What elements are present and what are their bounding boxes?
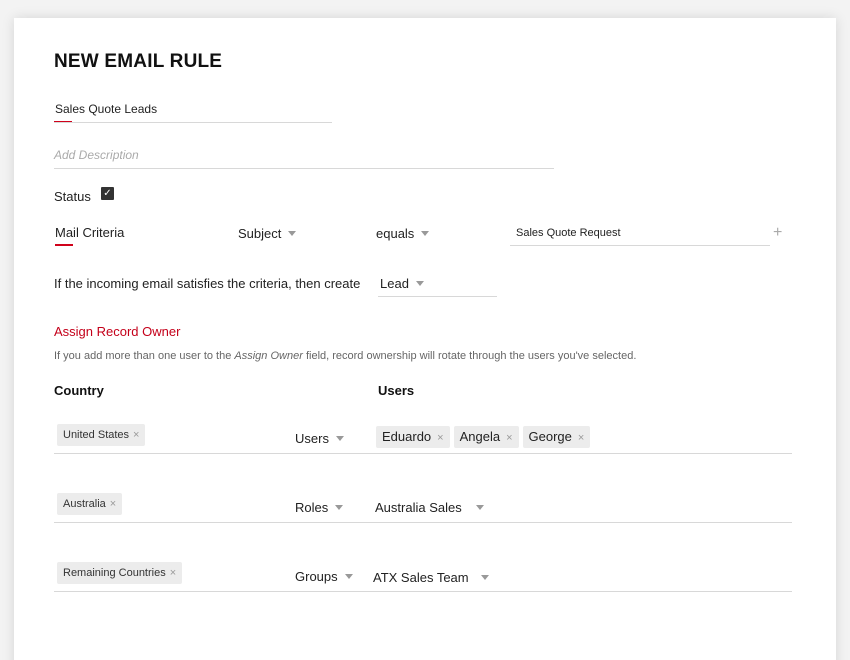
chevron-down-icon [415,281,424,287]
chevron-down-icon [480,575,489,581]
description-underline [54,168,554,169]
chevron-down-icon [335,505,344,511]
owner-value-select[interactable]: Australia Sales [375,500,484,515]
owner-type-select[interactable]: Users [295,431,344,446]
owner-value: ATX Sales Team [373,570,469,585]
chevron-down-icon [344,574,353,580]
create-module-value: Lead [380,276,409,291]
owner-type-select[interactable]: Roles [295,500,344,515]
criteria-operator-value: equals [376,226,415,241]
table-row: Australia × [57,493,123,515]
assign-owner-title: Assign Record Owner [54,324,181,339]
rule-name-input[interactable]: Sales Quote Leads [55,102,157,116]
chip-label: United States [63,429,130,441]
hint-text: If you add more than one user to the [54,350,235,362]
owner-value-select[interactable]: ATX Sales Team [373,570,489,585]
create-module-select[interactable]: Lead [380,276,424,291]
chip-label: Angela [459,429,501,444]
user-chip[interactable]: George × [522,426,591,448]
country-column-header: Country [54,383,104,398]
close-icon[interactable]: × [110,498,116,510]
chevron-down-icon [335,436,344,442]
plus-icon: + [773,224,783,241]
criteria-value-underline [510,245,770,246]
user-chip[interactable]: Angela × [453,426,519,448]
country-chip[interactable]: United States × [57,424,146,446]
criteria-field-value: Subject [238,226,282,241]
close-icon[interactable]: × [437,432,443,444]
criteria-focus-accent [55,244,73,246]
row-divider [54,591,792,592]
module-underline [378,296,497,297]
name-underline [54,122,332,123]
close-icon[interactable]: × [170,567,176,579]
description-input[interactable]: Add Description [54,148,139,162]
user-chip[interactable]: Eduardo × [376,426,450,448]
criteria-operator-select[interactable]: equals [376,226,430,241]
country-chip[interactable]: Australia × [57,493,123,515]
owner-type-value: Roles [295,500,329,515]
owner-type-select[interactable]: Groups [295,569,353,584]
owner-value: Australia Sales [375,500,462,515]
users-chip-list: Eduardo × Angela × George × [376,426,594,448]
chip-label: Australia [63,498,106,510]
row-divider [54,453,792,454]
chevron-down-icon [288,231,297,237]
status-checkbox[interactable]: ✓ [101,187,114,200]
create-sentence: If the incoming email satisfies the crit… [54,276,361,291]
row-divider [54,522,792,523]
chip-label: Eduardo [382,429,432,444]
criteria-value-input[interactable]: Sales Quote Request [516,227,621,239]
mail-criteria-label: Mail Criteria [55,225,125,240]
status-label: Status [54,189,91,204]
hint-italic: Assign Owner [234,350,303,362]
close-icon[interactable]: × [506,432,512,444]
owner-type-value: Users [295,431,329,446]
criteria-field-select[interactable]: Subject [238,226,297,241]
add-criteria-button[interactable]: + [773,224,782,242]
hint-text-end: field, record ownership will rotate thro… [302,350,637,362]
chip-label: George [528,429,572,444]
chevron-down-icon [421,231,430,237]
email-rule-card: NEW EMAIL RULE Sales Quote Leads Add Des… [14,18,836,660]
table-row: United States × [57,424,146,446]
chevron-down-icon [475,505,484,511]
owner-type-value: Groups [295,569,338,584]
chip-label: Remaining Countries [63,567,166,579]
close-icon[interactable]: × [578,432,584,444]
country-chip[interactable]: Remaining Countries × [57,562,183,584]
table-row: Remaining Countries × [57,562,183,584]
assign-owner-hint: If you add more than one user to the Ass… [54,350,636,362]
users-column-header: Users [378,383,415,398]
check-icon: ✓ [103,188,112,199]
page-title: NEW EMAIL RULE [54,51,223,72]
close-icon[interactable]: × [133,429,139,441]
